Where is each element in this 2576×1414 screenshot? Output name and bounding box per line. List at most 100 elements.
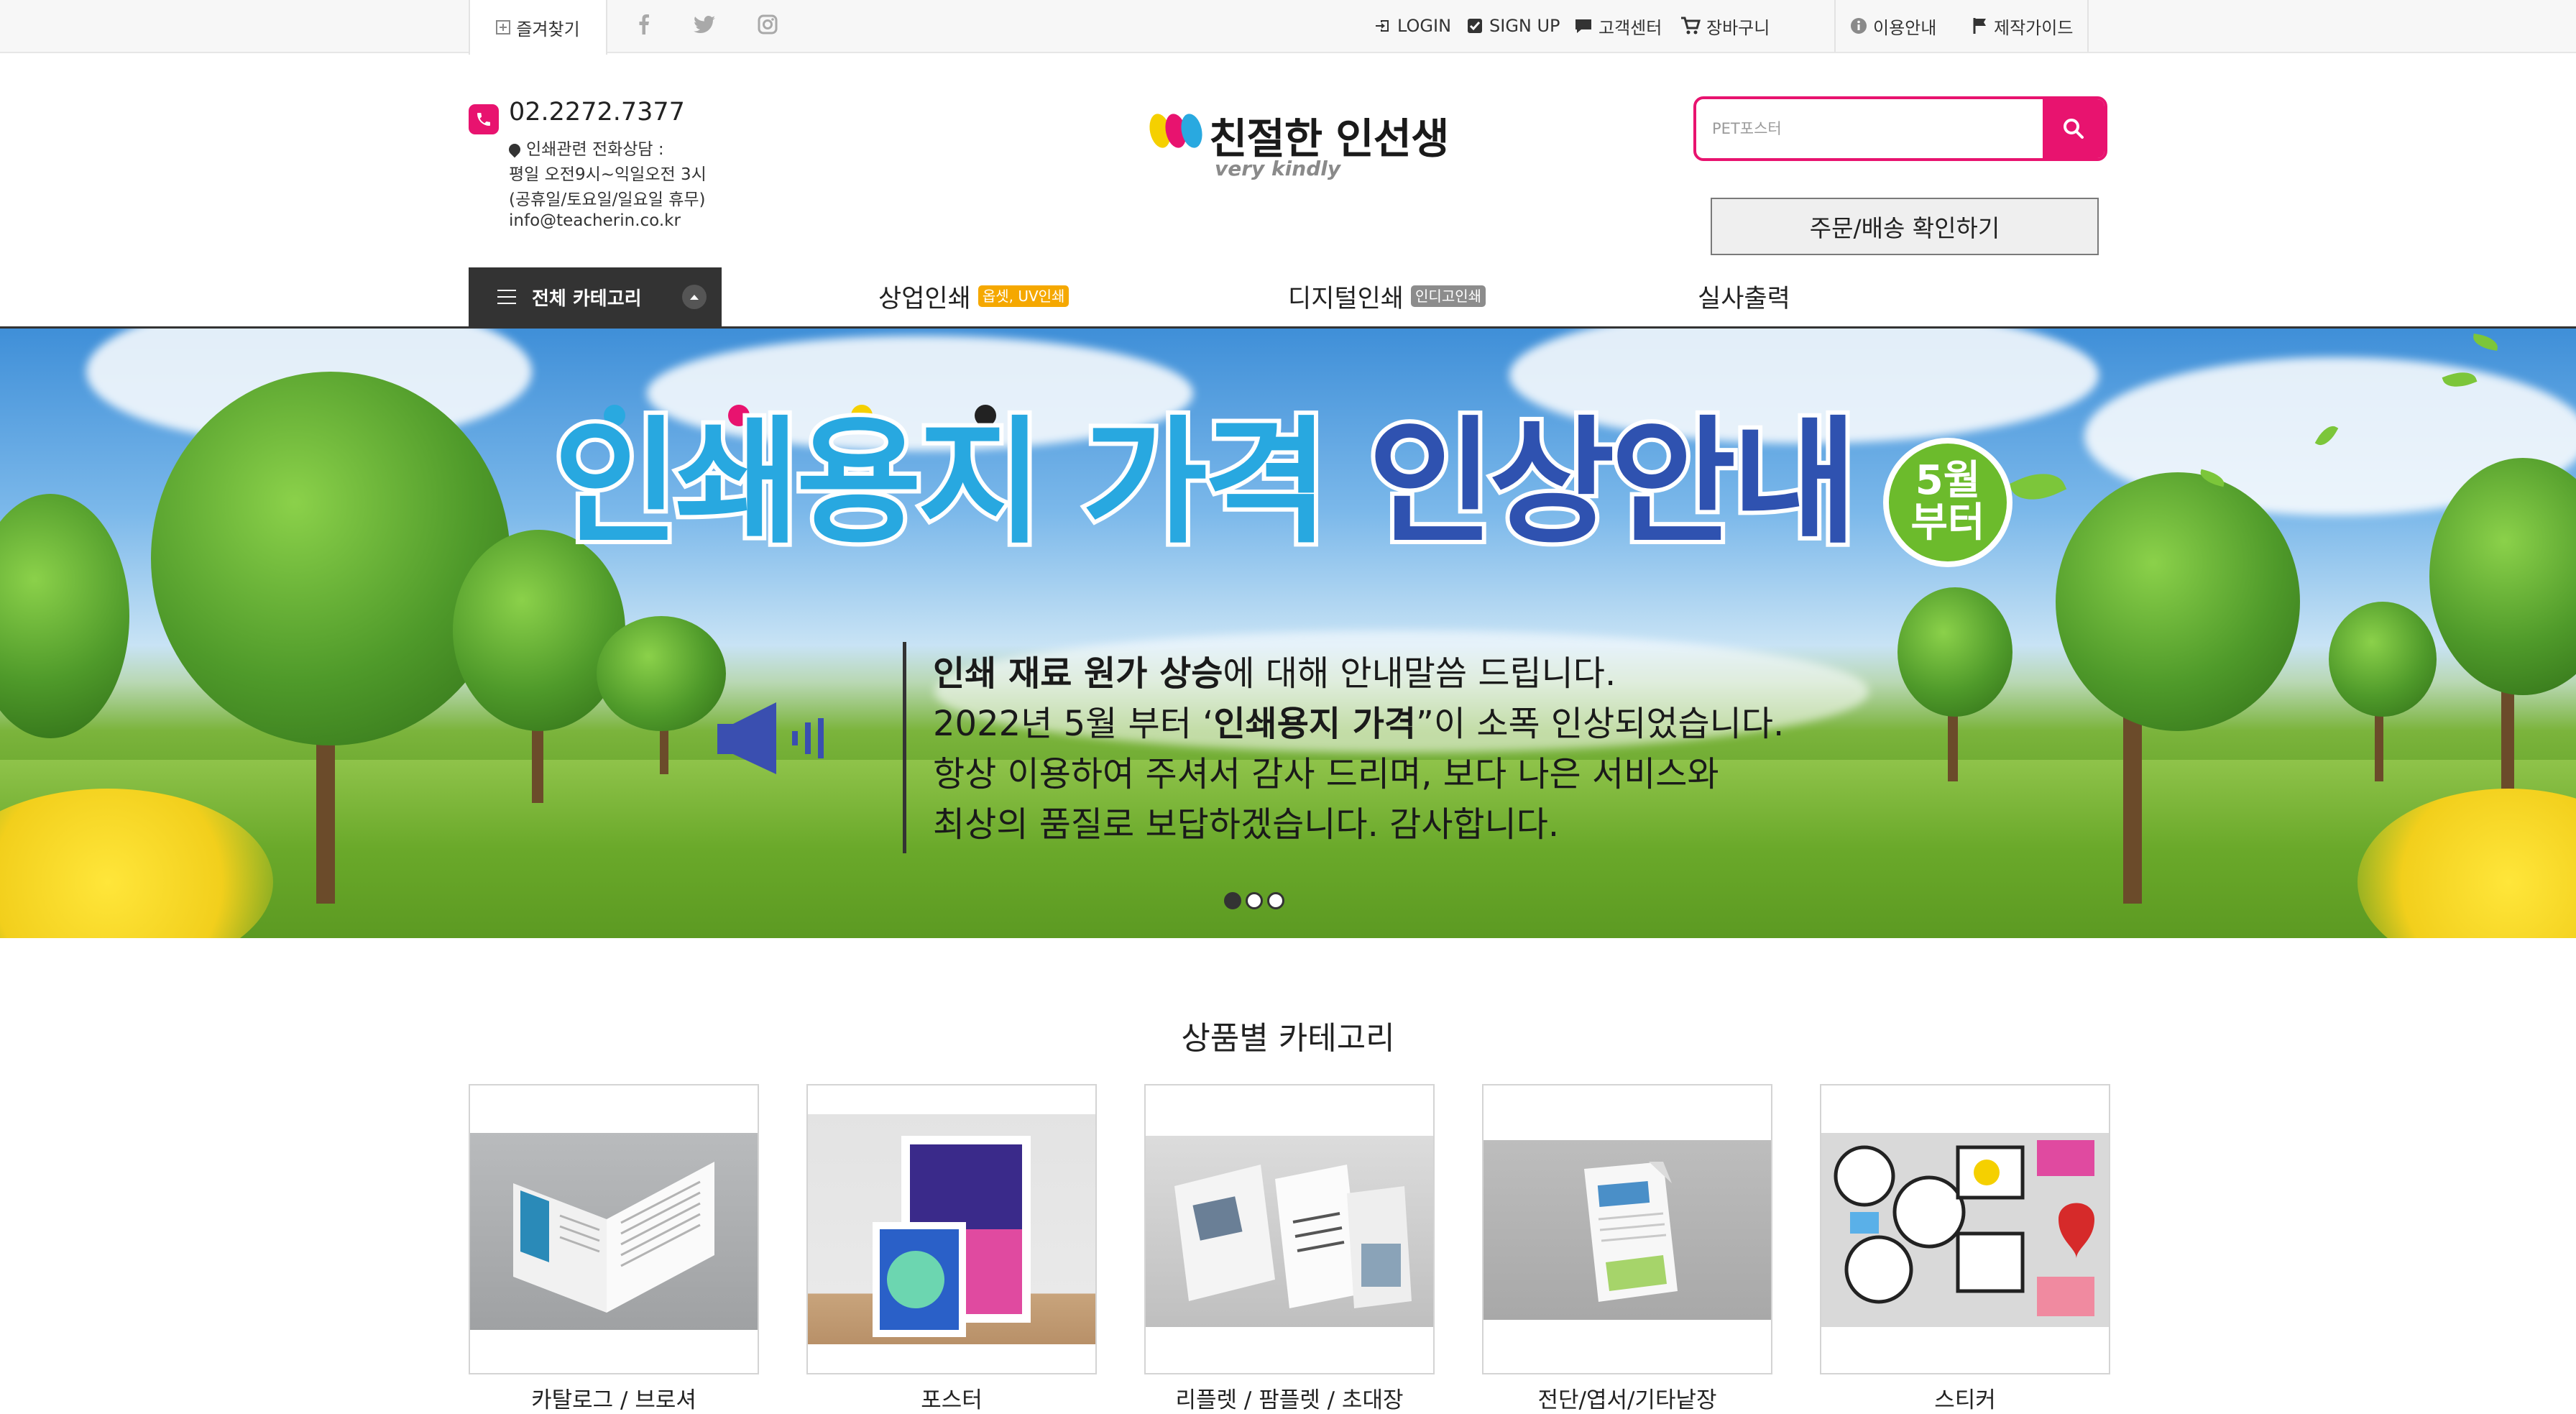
category-card-catalog[interactable] (469, 1084, 759, 1374)
category-label-catalog[interactable]: 카탈로그 / 브로셔 (469, 1382, 759, 1414)
leaf-icon (2471, 334, 2500, 351)
login-link[interactable]: LOGIN (1374, 0, 1451, 52)
catalog-image (470, 1133, 758, 1330)
support-label: 고객센터 (1598, 17, 1662, 38)
topbar-divider (1834, 0, 1836, 52)
phone-number: 02.2272.7377 (509, 98, 685, 127)
search-input[interactable] (1696, 99, 2044, 158)
banner-line-2-bold: 인쇄용지 가격 (1213, 704, 1417, 744)
menu-icon (497, 290, 516, 304)
search-button[interactable] (2043, 99, 2104, 158)
banner-title-part2: 인상안내 (1363, 403, 1862, 562)
banner-line-1-bold: 인쇄 재료 원가 상승 (933, 653, 1223, 694)
bookmark-label: 즐겨찾기 (516, 19, 580, 40)
nav-label: 디지털인쇄 (1288, 284, 1404, 313)
topbar-divider (2087, 0, 2089, 52)
info-icon (1851, 18, 1867, 34)
logo-tagline: very kindly (1215, 157, 1341, 180)
banner-line-3: 항상 이용하여 주셔서 감사 드리며, 보다 나은 서비스와 (933, 754, 1719, 794)
cart-label: 장바구니 (1706, 17, 1770, 38)
signup-label: SIGN UP (1489, 16, 1560, 36)
slide-dot-3[interactable] (1267, 892, 1284, 909)
login-icon (1376, 20, 1389, 32)
twitter-icon[interactable] (690, 10, 719, 39)
cart-icon (1681, 17, 1701, 35)
tree-icon (1898, 587, 2012, 717)
search-icon (2064, 119, 2084, 139)
consult-label: 인쇄관련 전화상담 : (506, 135, 664, 160)
bookmark-link[interactable]: 즐겨찾기 (469, 0, 607, 55)
leaf-icon (2008, 463, 2067, 510)
category-label-leaflet[interactable]: 리플렛 / 팜플렛 / 초대장 (1144, 1382, 1435, 1414)
may-start-badge: 5월 부터 (1883, 438, 2012, 567)
banner-line-2-pre: 2022년 5월 부터 ‘ (933, 704, 1214, 744)
consult-text: 인쇄관련 전화상담 : (526, 140, 664, 159)
checkbox-icon (1468, 19, 1482, 33)
login-label: LOGIN (1397, 16, 1452, 36)
site-logo[interactable]: 친절한 인선생 very kindly (1146, 101, 1449, 194)
nav-large-format-print[interactable]: 실사출력 (1698, 277, 1790, 315)
logo-drops-icon (1149, 114, 1202, 148)
category-card-leaflet[interactable] (1144, 1084, 1435, 1374)
slide-dot-2[interactable] (1246, 892, 1263, 909)
bookmark-plus-icon (496, 20, 511, 35)
banner-line-2: 2022년 5월 부터 ‘인쇄용지 가격”이 소폭 인상되었습니다. (933, 695, 1784, 745)
tree-icon (151, 372, 510, 745)
top-utility-bar: 즐겨찾기 LOGIN SIGN UP 고객센터 장바구니 이용안내 제작가이드 (0, 0, 2576, 55)
leaflet-image (1146, 1136, 1433, 1327)
nav-label: 상업인쇄 (878, 284, 971, 313)
nav-commercial-print[interactable]: 상업인쇄 옵셋, UV인쇄 (878, 277, 1070, 315)
category-label-poster[interactable]: 포스터 (806, 1382, 1097, 1414)
usage-guide-label: 이용안내 (1873, 17, 1937, 38)
badge-line1: 5월 (1915, 457, 1981, 505)
banner-text-divider (903, 642, 906, 853)
hero-banner[interactable]: 인쇄용지 가격 인상안내 5월 부터 인쇄 재료 원가 상승에 대해 안내말씀 드… (0, 329, 2576, 938)
usage-guide-link[interactable]: 이용안내 (1850, 0, 1936, 52)
signup-link[interactable]: SIGN UP (1466, 0, 1560, 52)
poster-image (808, 1114, 1095, 1344)
slide-dot-1[interactable] (1224, 892, 1241, 909)
hours-weekday: 평일 오전9시~익일오전 3시 (509, 165, 707, 184)
location-pin-icon (506, 141, 523, 158)
banner-line-1-rest: 에 대해 안내말씀 드립니다. (1223, 653, 1616, 694)
category-label-sticker[interactable]: 스티커 (1820, 1382, 2110, 1414)
banner-title-part1: 인쇄용지 가격 (549, 403, 1333, 562)
search-box (1693, 96, 2107, 161)
category-card-flyer[interactable] (1482, 1084, 1772, 1374)
nav-badge-offset-uv: 옵셋, UV인쇄 (978, 285, 1070, 307)
tree-icon (2056, 472, 2300, 731)
all-categories-label: 전체 카테고리 (532, 288, 642, 310)
cart-link[interactable]: 장바구니 (1680, 0, 1770, 52)
category-card-poster[interactable] (806, 1084, 1097, 1374)
badge-line2: 부터 (1910, 500, 1985, 546)
instagram-icon[interactable] (753, 10, 782, 39)
facebook-icon[interactable] (630, 10, 658, 39)
sticker-image (1821, 1133, 2109, 1327)
nav-badge-indigo: 인디고인쇄 (1411, 285, 1486, 307)
all-categories-button[interactable]: 전체 카테고리 (469, 267, 722, 326)
chat-icon (1576, 19, 1591, 33)
caret-up-icon (681, 285, 707, 309)
tree-icon (597, 616, 726, 731)
production-guide-link[interactable]: 제작가이드 (1972, 0, 2073, 52)
flag-icon (1973, 18, 1986, 34)
support-link[interactable]: 고객센터 (1574, 0, 1662, 52)
flyer-image (1484, 1140, 1771, 1320)
nav-digital-print[interactable]: 디지털인쇄 인디고인쇄 (1288, 277, 1486, 315)
banner-line-4: 최상의 품질로 보답하겠습니다. 감사합니다. (933, 804, 1560, 845)
category-label-flyer[interactable]: 전단/엽서/기타낱장 (1482, 1382, 1772, 1414)
banner-line-1: 인쇄 재료 원가 상승에 대해 안내말씀 드립니다. (933, 645, 1616, 695)
category-section-title: 상품별 카테고리 (1181, 1020, 1395, 1057)
nav-label: 실사출력 (1698, 284, 1790, 313)
banner-title: 인쇄용지 가격 인상안내 (549, 410, 1862, 556)
megaphone-icon (717, 702, 824, 774)
phone-icon (469, 104, 499, 134)
banner-line-2-post: ”이 소폭 인상되었습니다. (1416, 704, 1785, 744)
contact-email[interactable]: info@teacherin.co.kr (509, 211, 681, 230)
order-delivery-check-button[interactable]: 주문/배송 확인하기 (1711, 198, 2099, 255)
tree-icon (0, 494, 129, 738)
tree-icon (2329, 602, 2437, 717)
category-card-sticker[interactable] (1820, 1084, 2110, 1374)
production-guide-label: 제작가이드 (1994, 17, 2074, 38)
hours-holiday: (공휴일/토요일/일요일 휴무) (509, 190, 706, 209)
